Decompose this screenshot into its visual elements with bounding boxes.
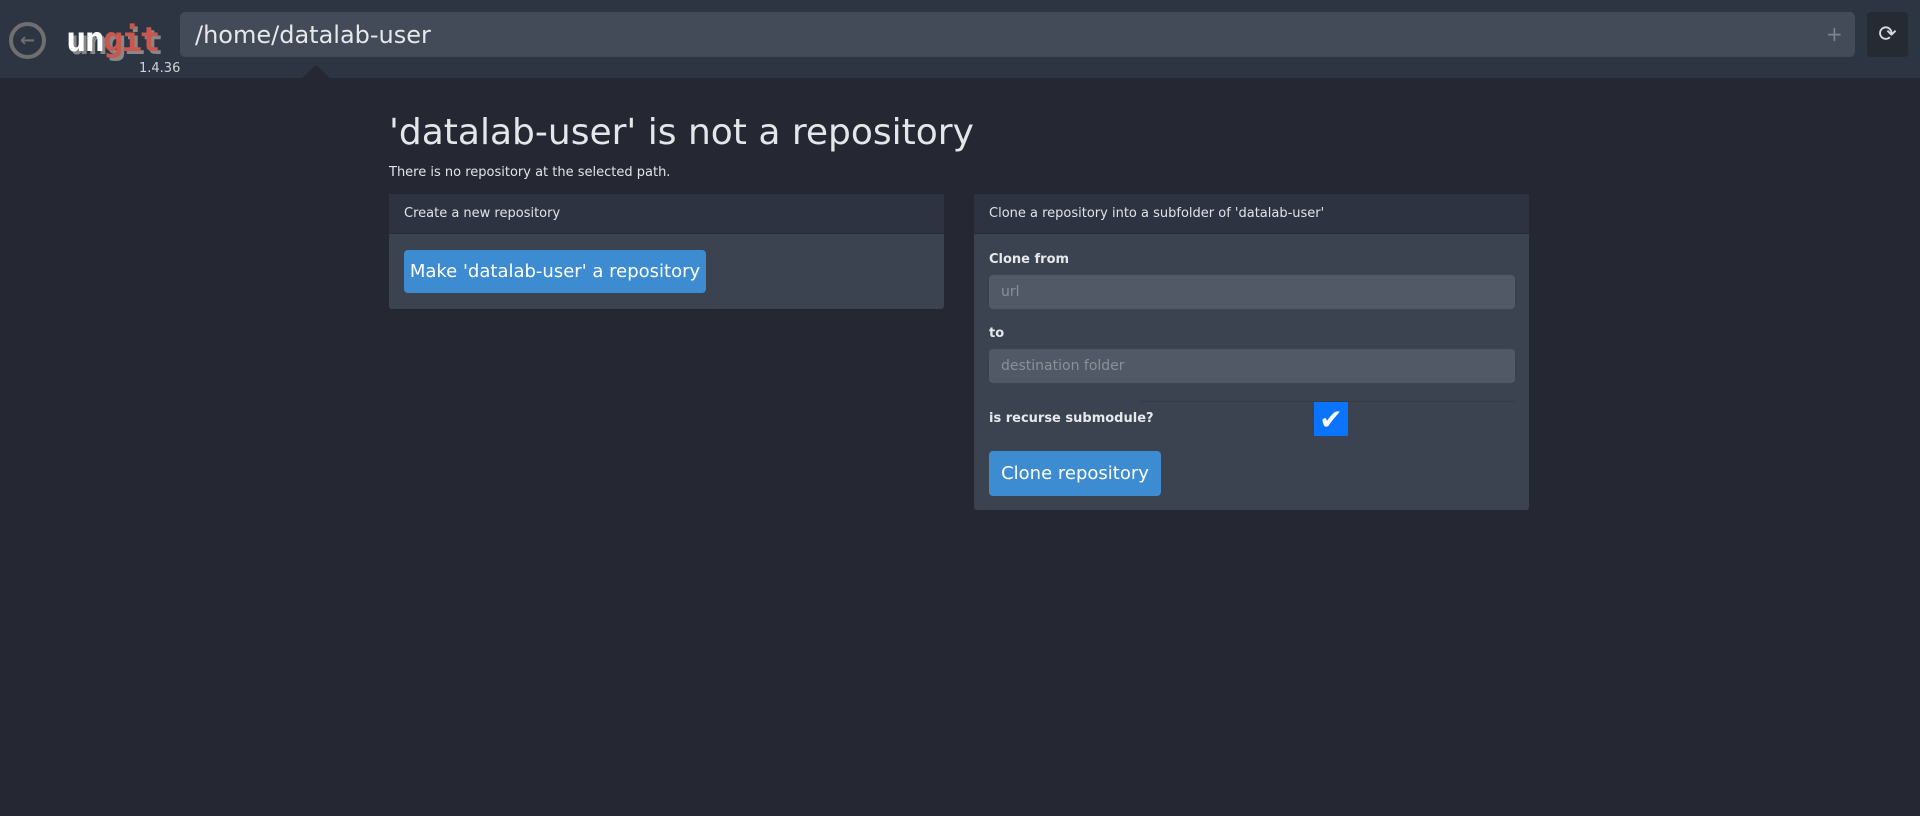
make-repository-button[interactable]: Make 'datalab-user' a repository	[404, 250, 706, 293]
panel-heading: Clone a repository into a subfolder of '…	[974, 194, 1529, 234]
ungit-logo[interactable]: ungit	[66, 18, 160, 62]
plus-icon[interactable]: +	[1826, 22, 1843, 46]
refresh-button[interactable]: ⟳	[1867, 12, 1908, 57]
path-input[interactable]	[180, 12, 1855, 57]
recurse-submodule-label: is recurse submodule?	[989, 411, 1154, 426]
create-repo-panel: Create a new repository Make 'datalab-us…	[389, 194, 944, 309]
clone-repo-panel: Clone a repository into a subfolder of '…	[974, 194, 1529, 510]
url-input[interactable]	[989, 275, 1515, 309]
version-label: 1.4.36	[139, 61, 181, 76]
checkmark-icon: ✔	[1319, 402, 1343, 436]
top-bar: ← ungit 1.4.36 + ⟳	[0, 0, 1920, 78]
page-title: 'datalab-user' is not a repository	[389, 112, 974, 153]
arrow-left-icon: ←	[19, 30, 36, 51]
page-subtitle: There is no repository at the selected p…	[389, 165, 671, 180]
refresh-icon: ⟳	[1878, 22, 1897, 47]
recurse-submodule-checkbox[interactable]: ✔	[1314, 402, 1348, 436]
path-caret	[302, 65, 330, 78]
back-button[interactable]: ←	[9, 22, 46, 59]
clone-repository-button[interactable]: Clone repository	[989, 451, 1161, 496]
destination-input[interactable]	[989, 349, 1515, 383]
clone-from-label: Clone from	[989, 252, 1070, 267]
to-label: to	[989, 326, 1005, 341]
panel-heading: Create a new repository	[389, 194, 944, 234]
